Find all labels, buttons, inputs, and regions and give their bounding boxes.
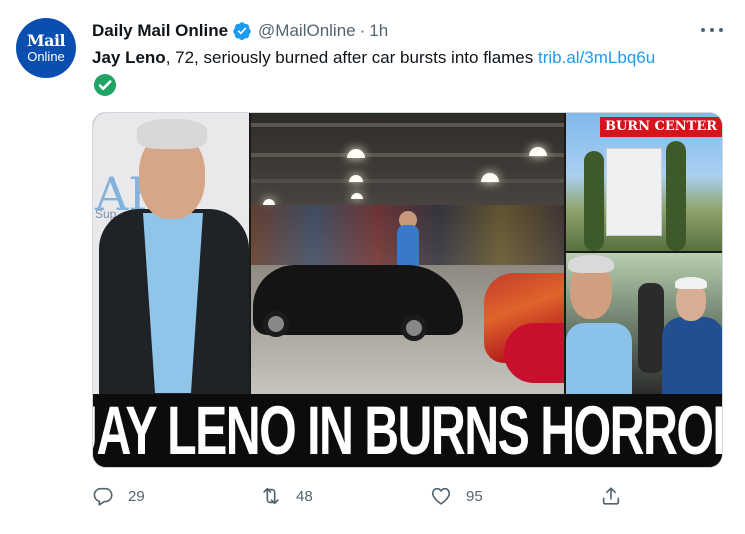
check-mark-emoji-icon bbox=[94, 74, 116, 96]
driver-shirt bbox=[566, 323, 632, 394]
garage-beam bbox=[251, 153, 564, 157]
heart-icon bbox=[431, 487, 451, 505]
garage-lamp bbox=[349, 175, 363, 182]
avatar-text-mail: Mail bbox=[26, 31, 66, 50]
media-panel-car-ride bbox=[566, 253, 722, 394]
retweet-count: 48 bbox=[296, 487, 313, 505]
garage-beam bbox=[251, 123, 564, 127]
garage-beam bbox=[251, 179, 564, 183]
media-panel-burn-center: BURN CENTER bbox=[566, 113, 722, 251]
passenger-hair bbox=[675, 277, 707, 289]
verified-badge-icon bbox=[233, 22, 251, 40]
car-wheel bbox=[263, 311, 289, 337]
media-headline-band: JAY LENO IN BURNS HORROR bbox=[93, 394, 723, 468]
tweet-text-bold: Jay Leno bbox=[92, 48, 166, 67]
like-button[interactable]: 95 bbox=[430, 484, 483, 508]
red-car bbox=[504, 323, 564, 383]
avatar-text-online: Online bbox=[27, 49, 65, 64]
garage-lamp bbox=[351, 193, 363, 199]
reply-count: 29 bbox=[128, 487, 145, 505]
avatar[interactable]: Mail Online bbox=[16, 18, 76, 78]
cypress-tree bbox=[666, 141, 686, 251]
tweet-actions: 29 48 95 bbox=[92, 484, 632, 508]
passenger-shirt bbox=[662, 317, 722, 394]
tweet-header: Daily Mail Online @MailOnline · 1h bbox=[92, 20, 388, 42]
garage-lamp bbox=[347, 149, 365, 158]
separator-dot: · bbox=[359, 21, 366, 40]
media-panel-garage bbox=[251, 113, 564, 394]
tweet[interactable]: Mail Online Daily Mail Online @MailOnlin… bbox=[0, 0, 745, 534]
retweet-icon bbox=[263, 487, 279, 505]
reply-button[interactable]: 29 bbox=[92, 484, 145, 508]
portrait-hair bbox=[137, 119, 207, 149]
account-name[interactable]: Daily Mail Online bbox=[92, 21, 228, 41]
tweet-text: Jay Leno, 72, seriously burned after car… bbox=[92, 46, 655, 70]
share-icon bbox=[602, 487, 620, 505]
tweet-media-image[interactable]: AF Sup BURN CENTER JAY LENO IN BURNS HOR… bbox=[92, 112, 723, 468]
car-wheel bbox=[401, 315, 427, 341]
hospital-building bbox=[606, 148, 662, 236]
share-button[interactable] bbox=[600, 484, 622, 508]
more-dot bbox=[701, 28, 705, 32]
tweet-link[interactable]: trib.al/3mLbq6u bbox=[538, 48, 655, 67]
car-seat bbox=[638, 283, 664, 373]
retweet-button[interactable]: 48 bbox=[260, 484, 313, 508]
tweet-time[interactable]: 1h bbox=[369, 21, 388, 41]
more-options-icon[interactable] bbox=[701, 20, 723, 40]
media-panel-portrait: AF Sup bbox=[93, 113, 249, 394]
garage-lamp bbox=[481, 173, 499, 182]
account-handle[interactable]: @MailOnline bbox=[258, 21, 356, 41]
more-dot bbox=[719, 28, 723, 32]
tweet-text-body: , 72, seriously burned after car bursts … bbox=[165, 48, 538, 67]
like-count: 95 bbox=[466, 487, 483, 505]
more-dot bbox=[710, 28, 714, 32]
driver-hair bbox=[568, 255, 614, 273]
burn-center-sign: BURN CENTER bbox=[600, 117, 722, 137]
garage-lamp bbox=[529, 147, 547, 156]
media-headline: JAY LENO IN BURNS HORROR bbox=[93, 394, 723, 468]
reply-icon bbox=[93, 487, 113, 506]
cypress-tree bbox=[584, 151, 604, 251]
